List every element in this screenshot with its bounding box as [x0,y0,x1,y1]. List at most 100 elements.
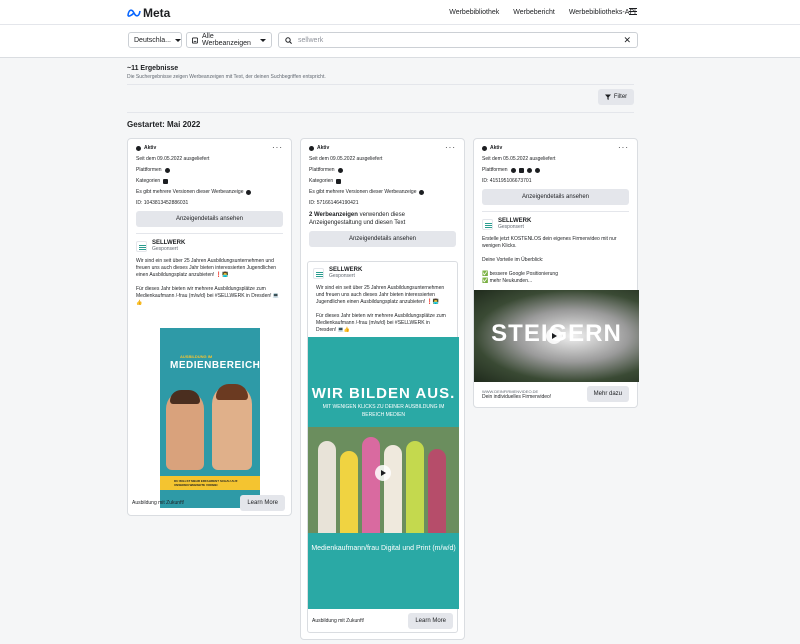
ad-variants-note: 2 Werbeanzeigen verwenden diese Anzeigen… [309,211,456,227]
filter-icon [604,94,611,100]
hamburger-menu-icon[interactable] [629,8,637,15]
delivery-date: Seit dem 05.05.2022 ausgeliefert [482,156,556,162]
advertiser-header: SELLWERK Gesponsert [308,267,457,279]
cta-row: Ausbildung mit Zukunft! Learn More [308,609,457,629]
divider [127,112,634,113]
country-value: Deutschla... [134,36,171,44]
ad-card: ··· Aktiv Seit dem 09.05.2022 ausgeliefe… [127,138,292,516]
ad-preview: SELLWERK Gesponsert Wir sind ein seit übe… [307,261,459,633]
search-icon [285,36,292,44]
more-options-icon[interactable]: ··· [272,144,283,152]
results-subtitle: Die Suchergebnisse zeigen Werbeanzeigen … [127,74,326,80]
active-status-icon [482,145,487,151]
ad-caption: Ausbildung mit Zukunft! [312,618,365,624]
learn-more-button[interactable]: Learn More [408,613,453,629]
platforms-label: Plattformen [482,167,508,173]
meta-logo[interactable]: Meta [127,6,170,20]
sponsored-label: Gesponsert [152,246,178,252]
ad-video[interactable]: WIR BILDEN AUS. MIT WENIGEN KLICKS ZU DE… [308,337,459,609]
ad-id: ID: 415195106673701 [482,178,532,184]
status-badge: Aktiv [317,145,330,151]
sellwerk-logo-icon[interactable] [482,218,493,230]
facebook-icon [337,167,343,173]
audience-network-icon [534,167,540,173]
section-title: Gestartet: Mai 2022 [127,120,201,129]
variants-count: 2 Werbeanzeigen [309,212,358,218]
media-subtitle: MIT WENIGEN KLICKS ZU DEINER AUSBILDUNG … [322,404,445,418]
cta-row: WWW.DEINFIRMENVIDEO.DE Dein individuelle… [482,382,629,402]
facebook-icon [510,167,516,173]
ad-video[interactable]: STEIGERN [474,290,639,382]
instagram-icon [518,167,524,173]
sellwerk-logo-icon[interactable] [136,240,147,252]
messenger-icon [526,167,532,173]
ad-category-value: Alle Werbeanzeigen [202,33,251,47]
meta-infinity-icon [127,9,141,17]
ad-body-text: Erstelle jetzt KOSTENLOS dein eigenes Fi… [482,236,617,284]
more-options-icon[interactable]: ··· [618,144,629,152]
active-status-icon [309,145,314,151]
play-icon[interactable] [546,328,562,344]
ad-card: ··· Aktiv Seit dem 09.05.2022 ausgeliefe… [300,138,465,640]
media-banner: DU WILLST MEHR ERFAHREN? SCHAU AUF UNSER… [160,476,260,490]
ad-body-text: Wir sind ein seit über 25 Jahren Ausbild… [316,285,446,333]
ad-card: ··· Aktiv Seit dem 05.05.2022 ausgeliefe… [473,138,639,408]
advertiser-header: SELLWERK Gesponsert [482,218,629,230]
nav-link-werbebibliothek[interactable]: Werbebibliothek [449,9,499,16]
media-title: WIR BILDEN AUS. [311,385,456,402]
employment-category-icon [336,178,342,184]
delivery-date: Seit dem 09.05.2022 ausgeliefert [136,156,210,162]
sellwerk-logo-icon[interactable] [313,267,324,279]
versions-note: Es gibt mehrere Versionen dieser Werbean… [309,189,417,195]
view-ad-details-button[interactable]: Anzeigendetails ansehen [482,189,629,205]
mehr-dazu-button[interactable]: Mehr dazu [586,386,629,402]
media-bottom-text: Medienkaufmann/frau Digital und Print (m… [311,545,456,552]
search-bar: Deutschla... Alle Werbeanzeigen sellwerk… [0,25,800,58]
ad-caption: Ausbildung mit Zukunft! [132,500,185,506]
more-options-icon[interactable]: ··· [445,144,456,152]
categories-label: Kategorien [136,178,161,184]
delivery-date: Seit dem 09.05.2022 ausgeliefert [309,156,383,162]
nav-link-api[interactable]: Werbebibliotheks-API [569,9,636,16]
country-dropdown[interactable]: Deutschla... [128,32,182,48]
brand-name: Meta [143,6,171,20]
hair-right [216,384,248,400]
nav-link-werbebericht[interactable]: Werbebericht [513,9,555,16]
ad-caption: Dein individuelles Firmenvideo! [482,393,552,400]
ad-category-icon [192,36,199,44]
platforms-label: Plattformen [136,167,162,173]
search-input[interactable]: sellwerk ✕ [278,32,638,48]
search-query: sellwerk [298,36,324,44]
filter-button[interactable]: Filter [598,89,634,105]
divider [127,84,634,85]
divider [482,211,629,212]
learn-more-button[interactable]: Learn More [240,495,285,511]
media-kicker: AUSBILDUNG IM [180,354,213,359]
ad-body-text: Wir sind ein seit über 25 Jahren Ausbild… [136,258,280,306]
info-icon[interactable] [419,189,425,195]
chevron-down-icon [260,38,266,42]
active-status-icon [136,145,141,151]
ad-id: ID: 1043813452886031 [136,200,189,206]
status-badge: Aktiv [490,145,503,151]
status-badge: Aktiv [144,145,157,151]
ad-id: ID: 571661464190421 [309,200,359,206]
ad-category-dropdown[interactable]: Alle Werbeanzeigen [186,32,272,48]
play-icon[interactable] [375,465,391,481]
top-nav: Werbebibliothek Werbebericht Werbebiblio… [449,9,636,16]
sponsored-label: Gesponsert [498,224,524,230]
view-ad-details-button[interactable]: Anzeigendetails ansehen [309,231,456,247]
platforms-label: Plattformen [309,167,335,173]
results-count: ~11 Ergebnisse [127,65,179,72]
view-ad-details-button[interactable]: Anzeigendetails ansehen [136,211,283,227]
ad-image[interactable]: AUSBILDUNG IM MEDIENBEREICH DU WILLST ME… [160,328,260,508]
results-summary: ~11 Ergebnisse Die Suchergebnisse zeigen… [127,65,326,80]
top-bar: Meta Werbebibliothek Werbebericht Werbeb… [0,0,800,25]
cta-row: Ausbildung mit Zukunft! Learn More [132,495,285,511]
close-icon[interactable]: ✕ [623,35,631,46]
hair-left [170,390,200,404]
info-icon[interactable] [246,189,252,195]
facebook-icon [164,167,170,173]
categories-label: Kategorien [309,178,334,184]
chevron-down-icon [174,38,181,42]
